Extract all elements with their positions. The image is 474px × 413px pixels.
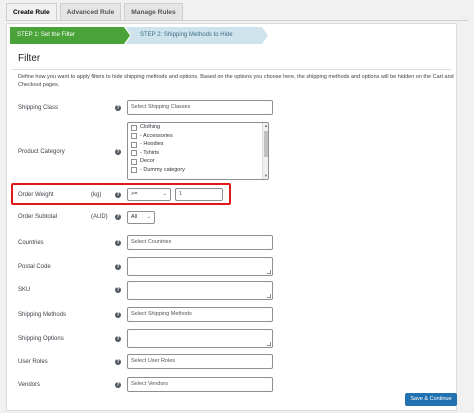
selected-subtotal: All: [131, 214, 138, 220]
scroll-up-icon[interactable]: ▲: [263, 123, 268, 129]
shipping-options-textarea[interactable]: [127, 329, 273, 348]
countries-help-icon[interactable]: ?: [115, 240, 121, 246]
category-option[interactable]: - Accessories: [128, 132, 268, 141]
divider: [12, 69, 451, 70]
tab-create-rule[interactable]: Create Rule: [6, 3, 57, 20]
category-option-label: Decor: [140, 158, 155, 165]
sku-textarea[interactable]: [127, 281, 273, 300]
filter-heading: Filter: [18, 53, 41, 64]
category-option-label: - Hoodies: [140, 141, 164, 148]
checkbox[interactable]: [131, 158, 137, 165]
order-subtotal-select[interactable]: All ⌄: [127, 211, 155, 224]
chevron-down-icon: ⌄: [146, 214, 151, 220]
scroll-down-icon[interactable]: ▼: [263, 173, 268, 179]
product-category-listbox[interactable]: Clothing - Accessories - Hoodies - Tshir…: [127, 122, 269, 180]
resize-handle-icon[interactable]: [267, 294, 271, 298]
vendors-input[interactable]: Select Vendors: [127, 377, 273, 392]
user-roles-input[interactable]: Select User Roles: [127, 354, 273, 369]
user-roles-help-icon[interactable]: ?: [115, 359, 121, 365]
checkbox[interactable]: [131, 141, 137, 148]
postal-code-textarea[interactable]: [127, 257, 273, 276]
resize-handle-icon[interactable]: [267, 342, 271, 346]
category-option-label: - Accessories: [140, 132, 173, 139]
category-option-label: Clothing: [140, 124, 161, 130]
sku-help-icon[interactable]: ?: [115, 287, 121, 293]
shipping-methods-input[interactable]: Select Shipping Methods: [127, 307, 273, 322]
shipping-options-label: Shipping Options: [18, 336, 64, 342]
filter-description: Define how you want to apply filters to …: [18, 74, 454, 88]
category-option-label: - Dummy category: [140, 166, 185, 173]
highlight-box: [11, 183, 231, 205]
user-roles-label: User Roles: [18, 359, 48, 365]
order-subtotal-help-icon[interactable]: ?: [115, 214, 121, 220]
resize-handle-icon[interactable]: [267, 270, 271, 274]
sku-label: SKU: [18, 287, 31, 293]
checkbox[interactable]: [131, 124, 137, 131]
checkbox[interactable]: [131, 167, 137, 174]
countries-label: Countries: [18, 240, 44, 246]
tab-bar: Create Rule Advanced Rule Manage Rules: [6, 3, 186, 20]
shipping-methods-label: Shipping Methods: [18, 312, 67, 318]
rule-panel: STEP 1: Set the Filter STEP 2: Shipping …: [6, 23, 457, 411]
category-option[interactable]: - Hoodies: [128, 140, 268, 149]
scrollbar-thumb[interactable]: [264, 131, 268, 157]
product-category-label: Product Category: [18, 149, 65, 155]
category-option-label: - Tshirts: [140, 149, 160, 156]
category-option[interactable]: Decor: [128, 157, 268, 166]
tab-manage-rules[interactable]: Manage Rules: [124, 3, 183, 20]
listbox-scrollbar[interactable]: ▲ ▼: [262, 123, 268, 179]
tabs-divider: [6, 20, 468, 21]
shipping-options-help-icon[interactable]: ?: [115, 336, 121, 342]
category-option[interactable]: Clothing: [128, 123, 268, 132]
product-category-help-icon[interactable]: ?: [115, 149, 121, 155]
vendors-help-icon[interactable]: ?: [115, 382, 121, 388]
step-progress: STEP 1: Set the Filter STEP 2: Shipping …: [10, 27, 268, 44]
shipping-class-label: Shipping Class: [18, 105, 59, 111]
step-1-indicator[interactable]: STEP 1: Set the Filter: [10, 27, 130, 44]
shipping-methods-help-icon[interactable]: ?: [115, 312, 121, 318]
checkbox[interactable]: [131, 133, 137, 140]
vendors-label: Vendors: [18, 382, 41, 388]
tab-advanced-rule[interactable]: Advanced Rule: [59, 3, 122, 20]
shipping-class-input[interactable]: Select Shipping Classes: [127, 100, 273, 115]
order-subtotal-unit: (AUD): [91, 214, 108, 220]
category-option[interactable]: - Dummy category: [128, 166, 268, 175]
countries-input[interactable]: Select Countries: [127, 235, 273, 250]
shipping-class-help-icon[interactable]: ?: [115, 105, 121, 111]
postal-code-label: Postal Code: [18, 264, 51, 270]
postal-code-help-icon[interactable]: ?: [115, 264, 121, 270]
order-subtotal-label: Order Subtotal: [18, 214, 58, 220]
category-option[interactable]: - Tshirts: [128, 149, 268, 158]
save-continue-button[interactable]: Save & Continue: [405, 393, 457, 406]
step-2-indicator[interactable]: STEP 2: Shipping Methods to Hide: [126, 27, 268, 44]
checkbox[interactable]: [131, 150, 137, 157]
